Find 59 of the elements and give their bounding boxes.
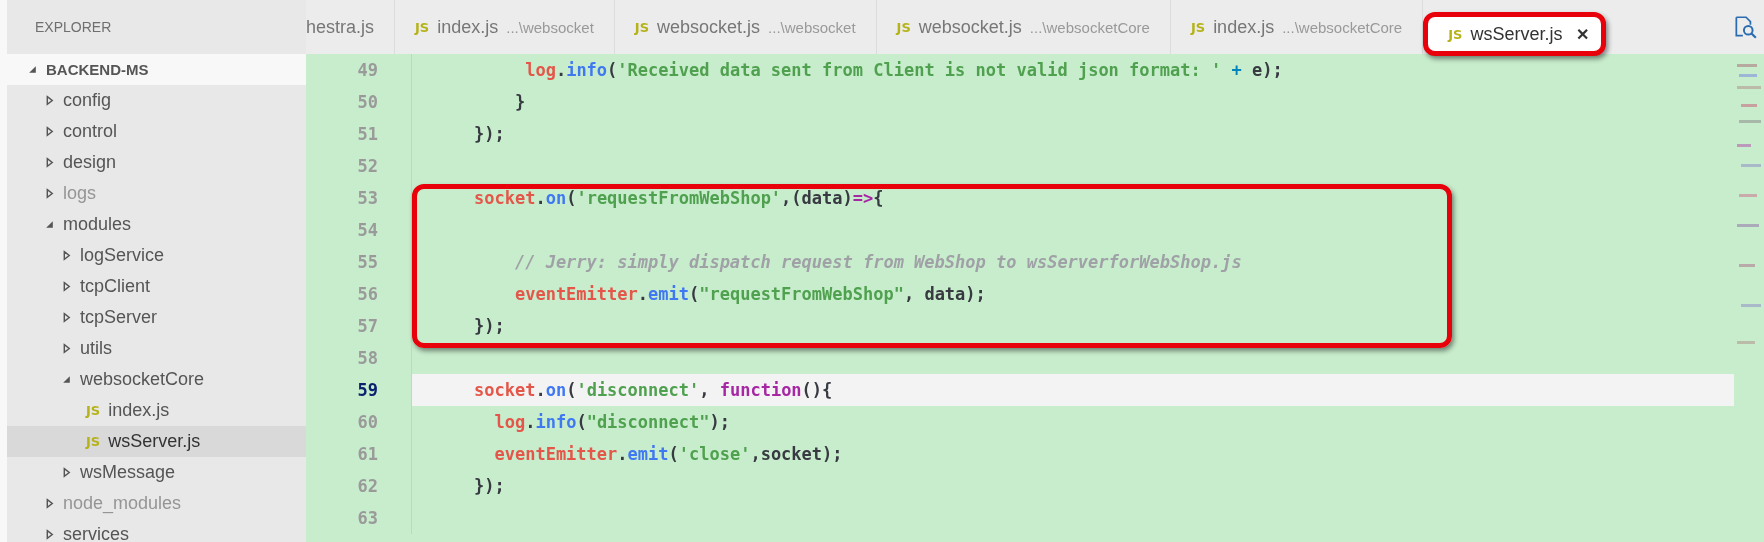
caret-down-icon — [61, 374, 72, 385]
js-file-icon: JS — [86, 434, 101, 449]
tree-item[interactable]: websocketCore — [7, 364, 306, 395]
search-file-icon[interactable] — [1732, 14, 1758, 40]
code-line: }); — [474, 316, 505, 336]
explorer-title: EXPLORER — [35, 19, 112, 35]
tree-item[interactable]: wsMessage — [7, 457, 306, 488]
tree-item[interactable]: JS wsServer.js — [7, 426, 306, 457]
line-number: 57 — [356, 316, 378, 336]
tree-item[interactable]: config — [7, 85, 306, 116]
line-number: 59 — [356, 380, 378, 400]
code-line: log.info('Received data sent from Client is not valid json format: ' + e); — [524, 60, 1283, 80]
line-number: 49 — [356, 60, 378, 80]
caret-right-icon — [61, 467, 72, 478]
code-line: log.info("disconnect"); — [493, 412, 730, 432]
caret-right-icon — [44, 188, 55, 199]
tree-item[interactable]: JS index.js — [7, 395, 306, 426]
line-number: 52 — [356, 156, 378, 176]
tree-item[interactable]: BACKEND-MS — [7, 54, 306, 85]
code-line: eventEmitter.emit("requestFromWebShop", data); — [513, 284, 986, 304]
tree-item[interactable]: utils — [7, 333, 306, 364]
line-number: 53 — [356, 188, 378, 208]
caret-right-icon — [44, 529, 55, 540]
tree-item[interactable]: modules — [7, 209, 306, 240]
line-number: 62 — [356, 476, 378, 496]
line-number: 60 — [356, 412, 378, 432]
code-line: socket.on('requestFromWebShop',(data)=>{ — [474, 188, 884, 208]
caret-right-icon — [61, 312, 72, 323]
line-number: 56 — [356, 284, 378, 304]
caret-right-icon — [44, 126, 55, 137]
caret-right-icon — [44, 157, 55, 168]
caret-right-icon — [44, 95, 55, 106]
code-line: }); — [474, 476, 505, 496]
line-number: 63 — [356, 508, 378, 528]
line-number: 58 — [356, 348, 378, 368]
tree-item[interactable]: control — [7, 116, 306, 147]
code-line: // Jerry: simply dispatch request from WebShop to wsServerforWebShop.js — [513, 252, 1242, 272]
line-number: 55 — [356, 252, 378, 272]
editor-tab[interactable]: JS wsServer.js ✕ — [1423, 12, 1607, 56]
line-number: 61 — [356, 444, 378, 464]
caret-right-icon — [61, 250, 72, 261]
js-file-icon: JS — [86, 403, 101, 418]
tree-item[interactable]: tcpClient — [7, 271, 306, 302]
caret-right-icon — [61, 343, 72, 354]
caret-down-icon — [27, 64, 38, 75]
code-line: eventEmitter.emit('close',socket); — [493, 444, 843, 464]
tree-item[interactable]: design — [7, 147, 306, 178]
caret-right-icon — [61, 281, 72, 292]
tree-item[interactable]: logService — [7, 240, 306, 271]
tree-item[interactable]: tcpServer — [7, 302, 306, 333]
line-number: 51 — [356, 124, 378, 144]
tree-item[interactable]: services — [7, 519, 306, 542]
code-line: } — [513, 92, 526, 112]
code-line: socket.on('disconnect', function(){ — [474, 380, 833, 400]
line-number: 50 — [356, 92, 378, 112]
code-line: }); — [474, 124, 505, 144]
line-number: 54 — [356, 220, 378, 240]
caret-down-icon — [44, 219, 55, 230]
caret-right-icon — [44, 498, 55, 509]
